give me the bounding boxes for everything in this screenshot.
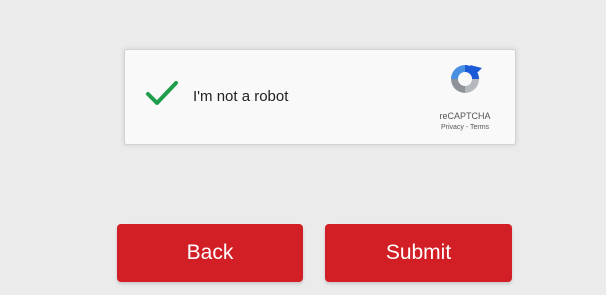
terms-link[interactable]: Terms [470, 124, 489, 131]
recaptcha-legal-links: Privacy - Terms [427, 124, 503, 131]
recaptcha-widget: I'm not a robot reCAPTCHA Privacy - Term… [124, 49, 516, 145]
recaptcha-checkbox[interactable] [145, 80, 179, 108]
checkmark-icon [146, 81, 178, 105]
recaptcha-brand: reCAPTCHA [439, 111, 491, 121]
submit-button[interactable]: Submit [325, 224, 512, 282]
recaptcha-label: I'm not a robot [193, 88, 289, 105]
recaptcha-logo-icon [451, 65, 482, 93]
back-button[interactable]: Back [117, 224, 303, 282]
form-panel: I'm not a robot reCAPTCHA Privacy - Term… [0, 0, 606, 295]
recaptcha-branding: reCAPTCHA Privacy - Terms [427, 62, 503, 140]
privacy-link[interactable]: Privacy [441, 124, 464, 131]
